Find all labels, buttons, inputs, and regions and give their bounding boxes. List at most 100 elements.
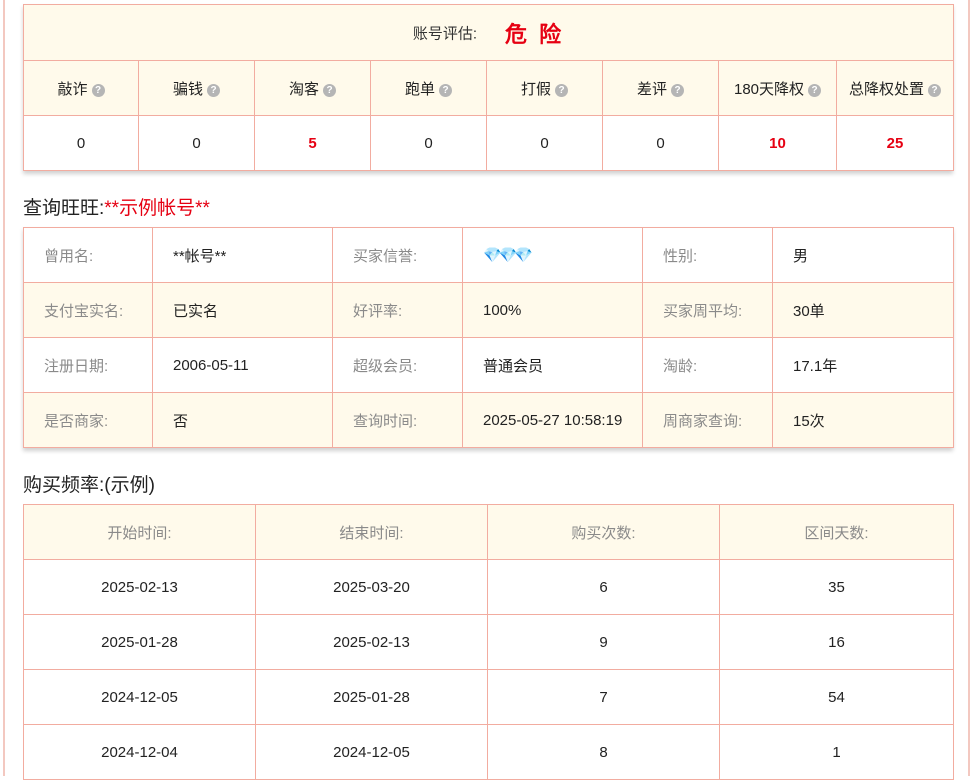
info-value: 男 bbox=[772, 227, 954, 283]
info-value: 17.1年 bbox=[772, 337, 954, 393]
info-value: 100% bbox=[462, 282, 643, 338]
info-key: 买家信誉: bbox=[332, 227, 463, 283]
interval-days: 16 bbox=[719, 614, 954, 670]
column-header: 区间天数: bbox=[719, 504, 954, 560]
info-row: 注册日期: 2006-05-11 超级会员: 普通会员 淘龄: 17.1年 bbox=[23, 337, 954, 393]
page-left-border bbox=[3, 0, 5, 776]
question-circle-icon[interactable]: ? bbox=[671, 83, 684, 97]
account-info-table: 曾用名: **帐号** 买家信誉: 💎💎💎 性别: 男 支付宝实名: 已实名 好… bbox=[23, 227, 954, 448]
metric-label-cell: 总降权处置? bbox=[835, 60, 955, 116]
column-header: 开始时间: bbox=[23, 504, 256, 560]
metric-label: 敲诈 bbox=[57, 80, 88, 98]
table-row: 2025-01-28 2025-02-13 9 16 bbox=[23, 614, 954, 670]
info-row: 曾用名: **帐号** 买家信誉: 💎💎💎 性别: 男 bbox=[23, 227, 954, 283]
metric-value: 25 bbox=[835, 115, 955, 171]
start-date: 2024-12-05 bbox=[23, 669, 256, 725]
question-circle-icon[interactable]: ? bbox=[207, 83, 220, 97]
metric-label-cell: 淘客? bbox=[254, 60, 371, 116]
purchase-count: 6 bbox=[487, 559, 720, 615]
metric-label: 差评 bbox=[636, 80, 667, 98]
purchase-count: 8 bbox=[487, 724, 720, 780]
info-key: 周商家查询: bbox=[642, 392, 773, 448]
account-assessment-cell: 账号评估: 危 险 bbox=[22, 4, 955, 61]
account-title-prefix: 查询旺旺: bbox=[23, 198, 105, 219]
account-section-title: 查询旺旺:**示例帐号** bbox=[23, 193, 210, 220]
info-key: 查询时间: bbox=[332, 392, 463, 448]
info-value: 30单 bbox=[772, 282, 954, 338]
question-circle-icon[interactable]: ? bbox=[439, 83, 452, 97]
metric-label-cell: 敲诈? bbox=[23, 60, 139, 116]
end-date: 2025-01-28 bbox=[255, 669, 488, 725]
purchase-count: 9 bbox=[487, 614, 720, 670]
buyer-credit-value: 💎💎💎 bbox=[462, 227, 643, 283]
risk-metric-values-row: 0 0 5 0 0 0 10 25 bbox=[23, 115, 955, 171]
metric-label: 骗钱 bbox=[172, 80, 203, 98]
metric-label-cell: 跑单? bbox=[370, 60, 487, 116]
end-date: 2025-03-20 bbox=[255, 559, 488, 615]
metric-value: 0 bbox=[602, 115, 719, 171]
metric-label: 跑单 bbox=[404, 80, 435, 98]
purchase-frequency-title: 购买频率:(示例) bbox=[23, 475, 155, 496]
start-date: 2025-01-28 bbox=[23, 614, 256, 670]
start-date: 2024-12-04 bbox=[23, 724, 256, 780]
page-right-border bbox=[968, 0, 970, 776]
metric-label: 打假 bbox=[520, 80, 551, 98]
question-circle-icon[interactable]: ? bbox=[555, 83, 568, 97]
question-circle-icon[interactable]: ? bbox=[323, 83, 336, 97]
metric-value: 10 bbox=[718, 115, 837, 171]
start-date: 2025-02-13 bbox=[23, 559, 256, 615]
metric-value: 0 bbox=[370, 115, 487, 171]
account-assessment-label: 账号评估: bbox=[412, 25, 478, 42]
purchase-frequency-table: 开始时间: 结束时间: 购买次数: 区间天数: 2025-02-13 2025-… bbox=[23, 504, 954, 780]
info-key: 性别: bbox=[642, 227, 773, 283]
risk-summary-table: 账号评估: 危 险 敲诈? 骗钱? 淘客? 跑单? 打假? 差评? 180天降权?… bbox=[22, 4, 955, 171]
metric-label: 淘客 bbox=[288, 80, 319, 98]
info-value: 已实名 bbox=[152, 282, 333, 338]
table-row: 2025-02-13 2025-03-20 6 35 bbox=[23, 559, 954, 615]
question-circle-icon[interactable]: ? bbox=[91, 83, 105, 97]
info-key: 超级会员: bbox=[332, 337, 463, 393]
info-value: 2025-05-27 10:58:19 bbox=[462, 392, 643, 448]
risk-summary-panel: 账号评估: 危 险 敲诈? 骗钱? 淘客? 跑单? 打假? 差评? 180天降权?… bbox=[22, 4, 955, 171]
end-date: 2024-12-05 bbox=[255, 724, 488, 780]
metric-value: 0 bbox=[486, 115, 603, 171]
info-key: 淘龄: bbox=[642, 337, 773, 393]
info-key: 注册日期: bbox=[23, 337, 153, 393]
info-key: 买家周平均: bbox=[642, 282, 773, 338]
interval-days: 1 bbox=[719, 724, 954, 780]
purchase-frequency-panel: 开始时间: 结束时间: 购买次数: 区间天数: 2025-02-13 2025-… bbox=[23, 504, 954, 780]
account-info-panel: 曾用名: **帐号** 买家信誉: 💎💎💎 性别: 男 支付宝实名: 已实名 好… bbox=[23, 227, 954, 448]
metric-label-cell: 180天降权? bbox=[718, 60, 837, 116]
table-row: 2024-12-05 2025-01-28 7 54 bbox=[23, 669, 954, 725]
info-key: 是否商家: bbox=[23, 392, 153, 448]
queried-account-name: **示例帐号** bbox=[104, 198, 210, 219]
question-circle-icon[interactable]: ? bbox=[808, 83, 822, 97]
frequency-header-row: 开始时间: 结束时间: 购买次数: 区间天数: bbox=[23, 504, 954, 560]
interval-days: 35 bbox=[719, 559, 954, 615]
metric-label-cell: 打假? bbox=[486, 60, 603, 116]
metric-label: 180天降权 bbox=[733, 80, 805, 98]
metric-label-cell: 差评? bbox=[602, 60, 719, 116]
info-row: 支付宝实名: 已实名 好评率: 100% 买家周平均: 30单 bbox=[23, 282, 954, 338]
column-header: 购买次数: bbox=[487, 504, 720, 560]
question-circle-icon[interactable]: ? bbox=[928, 83, 942, 97]
info-value: 15次 bbox=[772, 392, 954, 448]
info-value: 普通会员 bbox=[462, 337, 643, 393]
metric-label: 总降权处置 bbox=[849, 80, 925, 98]
info-key: 支付宝实名: bbox=[23, 282, 153, 338]
info-value: 否 bbox=[152, 392, 333, 448]
metric-value: 0 bbox=[138, 115, 255, 171]
end-date: 2025-02-13 bbox=[255, 614, 488, 670]
diamond-icon: 💎💎💎 bbox=[483, 247, 533, 264]
interval-days: 54 bbox=[719, 669, 954, 725]
info-key: 曾用名: bbox=[23, 227, 153, 283]
metric-value: 0 bbox=[23, 115, 139, 171]
purchase-count: 7 bbox=[487, 669, 720, 725]
table-row: 2024-12-04 2024-12-05 8 1 bbox=[23, 724, 954, 780]
info-value: **帐号** bbox=[152, 227, 333, 283]
column-header: 结束时间: bbox=[255, 504, 488, 560]
info-row: 是否商家: 否 查询时间: 2025-05-27 10:58:19 周商家查询:… bbox=[23, 392, 954, 448]
metric-label-cell: 骗钱? bbox=[138, 60, 255, 116]
info-key: 好评率: bbox=[332, 282, 463, 338]
info-value: 2006-05-11 bbox=[152, 337, 333, 393]
